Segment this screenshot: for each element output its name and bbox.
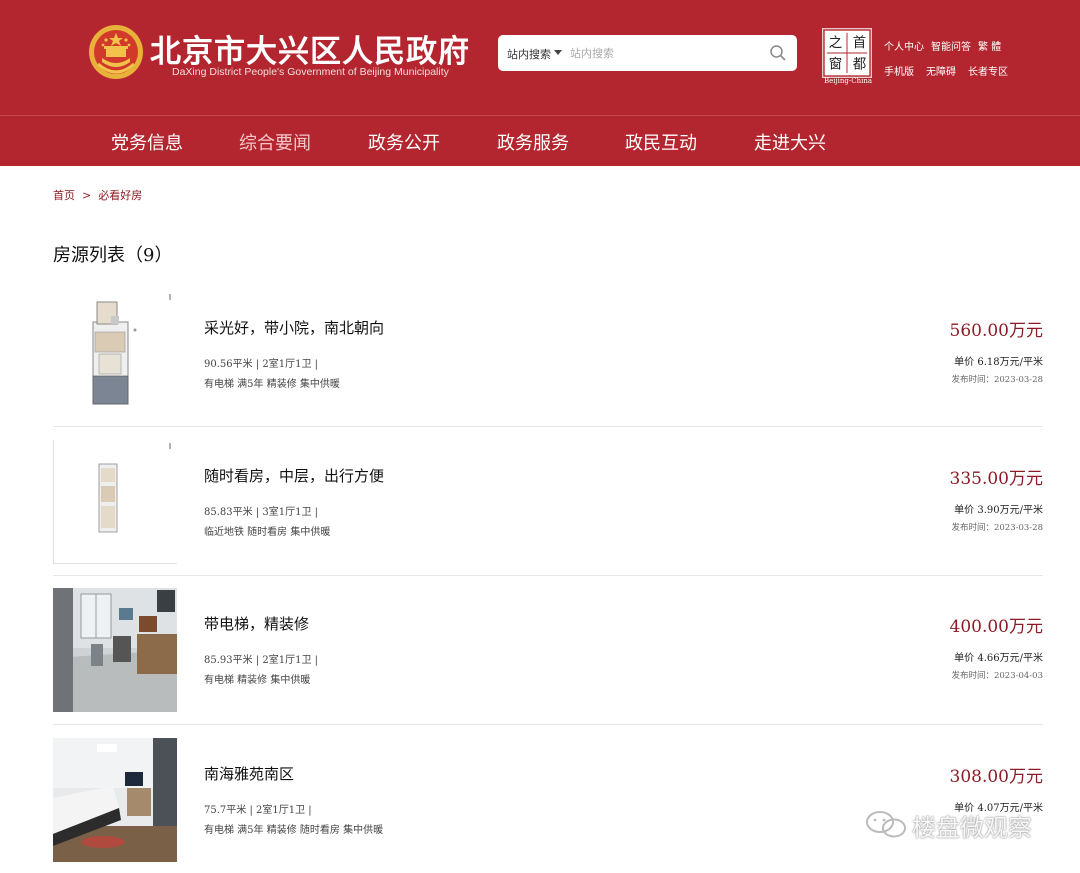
chevron-down-icon[interactable] [554, 50, 562, 55]
list-title: 房源列表（9） [53, 245, 173, 266]
listing-unit-price: 单价 3.90万元/平米 [954, 505, 1043, 516]
listing-tags: 有电梯 精装修 集中供暖 [204, 675, 311, 686]
listing-name[interactable]: 南海雅苑南区 [204, 763, 294, 784]
listing-price: 400.00万元 [949, 617, 1043, 637]
listing-unit-price: 单价 4.66万元/平米 [954, 653, 1043, 664]
listing-date: 发布时间：2023-04-03 [951, 671, 1043, 681]
listing-thumbnail[interactable] [53, 292, 177, 416]
nav-item-gov-services[interactable]: 政务服务 [497, 129, 569, 155]
listing-name[interactable]: 带电梯，精装修 [204, 613, 309, 634]
divider [53, 575, 1043, 576]
mobile-version-link[interactable]: 手机版 [884, 67, 914, 78]
listing-date: 发布时间：2023-03-28 [951, 375, 1043, 385]
listing-tags: 临近地铁 随时看房 集中供暖 [204, 527, 331, 538]
listing-name[interactable]: 采光好，带小院，南北朝向 [204, 317, 384, 338]
site-header: 北京市大兴区人民政府 DaXing District People's Gove… [0, 0, 1080, 115]
capital-logo-caption: Beijing-China [823, 77, 873, 85]
breadcrumb-separator: > [82, 189, 92, 202]
main-nav: 党务信息 综合要闻 政务公开 政务服务 政民互动 走进大兴 [0, 115, 1080, 166]
top-links-row1: 个人中心 智能问答繁 體 [884, 38, 1008, 53]
listing-thumbnail[interactable] [53, 440, 177, 564]
listing-thumbnail[interactable] [53, 588, 177, 712]
nav-item-news[interactable]: 综合要闻 [239, 129, 311, 155]
search-icon[interactable] [769, 44, 787, 62]
accessibility-link[interactable]: 无障碍 [926, 67, 956, 78]
nav-item-party-affairs[interactable]: 党务信息 [111, 129, 183, 155]
svg-text:之: 之 [829, 35, 842, 51]
svg-text:都: 都 [853, 56, 866, 72]
divider [53, 426, 1043, 427]
site-subtitle: DaXing District People's Government of B… [172, 66, 449, 78]
svg-text:首: 首 [853, 35, 866, 51]
listing-item[interactable]: 带电梯，精装修 85.93平米 | 2室1厅1卫 | 有电梯 精装修 集中供暖 … [53, 588, 1043, 738]
search-scope-dropdown[interactable]: 站内搜索 [507, 46, 551, 62]
search-box: 站内搜索 [498, 35, 797, 71]
listing-item[interactable]: 采光好，带小院，南北朝向 90.56平米 | 2室1厅1卫 | 有电梯 满5年 … [53, 292, 1043, 442]
listing-item[interactable]: 随时看房，中层，出行方便 85.83平米 | 3室1厅1卫 | 临近地铁 随时看… [53, 440, 1043, 590]
listing-item[interactable]: 南海雅苑南区 75.7平米 | 2室1厅1卫 | 有电梯 满5年 精装修 随时看… [53, 738, 1043, 862]
listing-thumbnail[interactable] [53, 738, 177, 862]
capital-window-logo[interactable]: 首 都 之 窗 [822, 28, 872, 78]
divider [53, 724, 1043, 725]
personal-center-link[interactable]: 个人中心 [884, 42, 924, 53]
breadcrumb: 首页 > 必看好房 [53, 187, 142, 203]
listing-unit-price: 单价 6.18万元/平米 [954, 357, 1043, 368]
listing-specs: 75.7平米 | 2室1厅1卫 | [204, 805, 312, 816]
elderly-zone-link[interactable]: 长者专区 [968, 67, 1008, 78]
traditional-chinese-link[interactable]: 繁 體 [978, 42, 1001, 53]
smart-qa-link[interactable]: 智能问答 [931, 42, 971, 53]
nav-item-gov-disclosure[interactable]: 政务公开 [368, 129, 440, 155]
listing-specs: 85.83平米 | 3室1厅1卫 | [204, 507, 318, 518]
breadcrumb-home[interactable]: 首页 [53, 189, 75, 202]
search-input[interactable] [570, 43, 760, 63]
watermark-text: 楼盘微观察 [912, 814, 1032, 842]
nav-item-interaction[interactable]: 政民互动 [625, 129, 697, 155]
listing-specs: 85.93平米 | 2室1厅1卫 | [204, 655, 318, 666]
site-title[interactable]: 北京市大兴区人民政府 [150, 26, 470, 71]
svg-text:窗: 窗 [829, 55, 842, 72]
listing-price: 560.00万元 [949, 321, 1043, 341]
breadcrumb-current[interactable]: 必看好房 [98, 189, 142, 202]
nav-item-about-daxing[interactable]: 走进大兴 [754, 129, 826, 155]
listing-price: 335.00万元 [949, 469, 1043, 489]
listing-date: 发布时间：2023-03-28 [951, 523, 1043, 533]
listing-specs: 90.56平米 | 2室1厅1卫 | [204, 359, 318, 370]
top-links-row2: 手机版 无障碍 长者专区 [884, 63, 1020, 78]
listing-tags: 有电梯 满5年 精装修 随时看房 集中供暖 [204, 825, 384, 836]
listing-price: 308.00万元 [949, 767, 1043, 787]
listing-tags: 有电梯 满5年 精装修 集中供暖 [204, 379, 340, 390]
national-emblem-icon [89, 25, 143, 79]
listing-name[interactable]: 随时看房，中层，出行方便 [204, 465, 384, 486]
